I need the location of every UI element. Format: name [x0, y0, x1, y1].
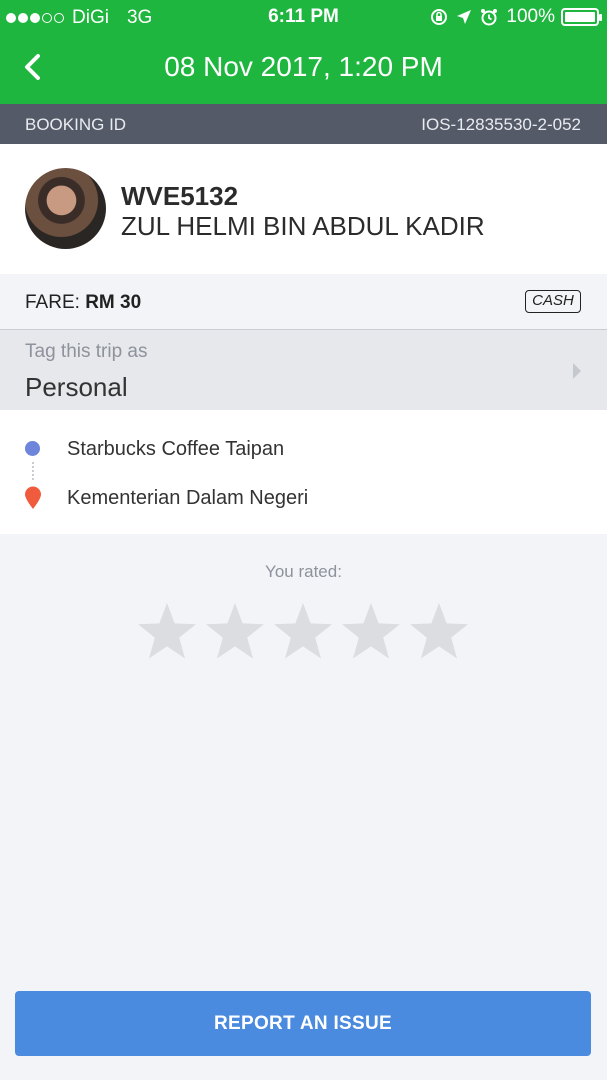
booking-id-bar: BOOKING ID IOS-12835530-2-052: [0, 104, 607, 144]
rating-label: You rated:: [265, 562, 342, 581]
vehicle-plate: WVE5132: [121, 181, 239, 211]
fare-amount: RM 30: [85, 292, 142, 313]
rotation-lock-icon: [431, 9, 448, 25]
dropoff-location: Kementerian Dalam Negeri: [67, 487, 309, 509]
driver-avatar: [25, 168, 106, 249]
pickup-location: Starbucks Coffee Taipan: [67, 438, 285, 460]
star-icon: [206, 603, 264, 659]
fare-label: FARE:: [25, 292, 80, 313]
rating-stars: [136, 601, 476, 661]
fare-row: FARE: RM 30 CASH: [0, 274, 607, 330]
route-card: Starbucks Coffee Taipan Kementerian Dala…: [0, 410, 607, 534]
star-icon: [274, 603, 332, 659]
header: DiGi 3G 6:11 PM 100% 08 Nov 2017, 1:20 P…: [0, 0, 607, 104]
star-icon: [410, 603, 468, 659]
payment-method-badge: CASH: [525, 290, 581, 313]
tag-trip-value: Personal: [25, 372, 128, 402]
page-title: 08 Nov 2017, 1:20 PM: [164, 51, 443, 82]
fare-text: FARE: RM 30: [25, 292, 141, 314]
route-connector: [32, 462, 34, 480]
location-arrow-icon: [457, 10, 472, 24]
report-issue-button[interactable]: REPORT AN ISSUE: [15, 991, 591, 1056]
booking-id-label: BOOKING ID: [25, 115, 127, 134]
status-bar: DiGi 3G 6:11 PM 100%: [0, 0, 607, 34]
star-icon: [138, 603, 196, 659]
driver-card: WVE5132 ZUL HELMI BIN ABDUL KADIR: [0, 144, 607, 274]
alarm-icon: [481, 9, 498, 26]
booking-id-value: IOS-12835530-2-052: [421, 115, 581, 134]
tag-trip-row[interactable]: Tag this trip as Personal: [0, 330, 607, 410]
star-icon: [342, 603, 400, 659]
pickup-dot-icon: [25, 441, 40, 456]
battery-icon: [561, 8, 602, 26]
dropoff-pin-icon: [25, 486, 41, 509]
status-right: 100%: [430, 6, 602, 28]
nav-bar: 08 Nov 2017, 1:20 PM: [0, 34, 607, 104]
chevron-right-icon: [573, 363, 581, 379]
driver-name: ZUL HELMI BIN ABDUL KADIR: [121, 211, 485, 241]
tag-trip-label: Tag this trip as: [25, 341, 148, 362]
battery-percentage: 100%: [506, 6, 555, 27]
